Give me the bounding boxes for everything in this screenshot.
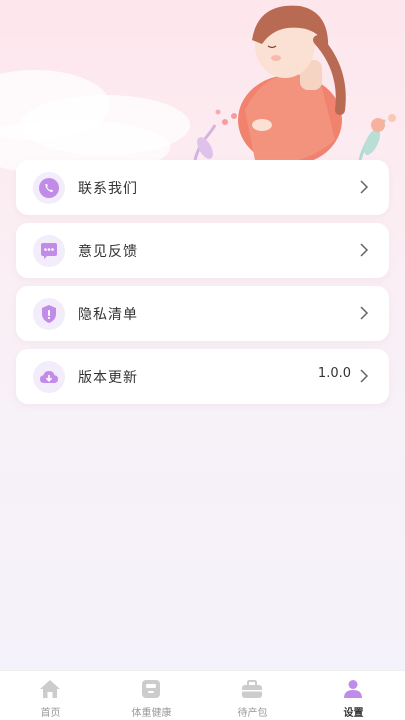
version-value: 1.0.0 (317, 366, 351, 381)
tab-label: 首页 (40, 708, 61, 719)
tab-hospital-bag[interactable]: 待产包 (202, 671, 303, 720)
chevron-right-icon (360, 306, 369, 320)
menu-item-label: 版本更新 (78, 370, 138, 386)
tab-label: 设置 (343, 708, 364, 719)
menu-item-version-update[interactable]: 版本更新 1.0.0 (16, 349, 389, 404)
tab-home[interactable]: 首页 (0, 671, 101, 720)
scale-icon (142, 680, 160, 698)
header-illustration (0, 0, 405, 175)
tab-settings[interactable]: 设置 (303, 671, 404, 720)
message-icon (33, 235, 65, 267)
cloud-download-icon (33, 361, 65, 393)
shield-icon (33, 298, 65, 330)
user-icon (344, 680, 362, 698)
chevron-right-icon (360, 243, 369, 257)
phone-icon (33, 172, 65, 204)
home-icon (40, 680, 60, 698)
menu-item-label: 联系我们 (78, 181, 138, 197)
menu-item-label: 隐私清单 (78, 307, 138, 323)
bag-icon (242, 680, 262, 698)
menu-item-label: 意见反馈 (78, 244, 138, 260)
menu-item-privacy-list[interactable]: 隐私清单 (16, 286, 389, 341)
bottom-tab-bar: 首页 体重健康 待产包 设置 (0, 670, 405, 720)
menu-item-contact-us[interactable]: 联系我们 (16, 160, 389, 215)
chevron-right-icon (360, 369, 369, 383)
menu-item-feedback[interactable]: 意见反馈 (16, 223, 389, 278)
tab-weight-health[interactable]: 体重健康 (101, 671, 202, 720)
chevron-right-icon (360, 180, 369, 194)
tab-label: 待产包 (237, 708, 268, 719)
tab-label: 体重健康 (131, 708, 172, 719)
